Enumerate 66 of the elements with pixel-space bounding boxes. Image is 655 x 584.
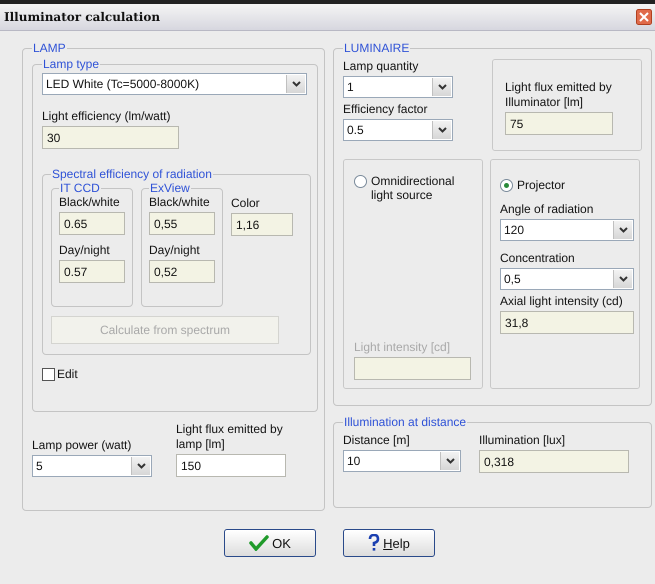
chevron-down-icon — [446, 458, 454, 464]
dropdown-button[interactable] — [613, 221, 632, 239]
window-title: Illuminator calculation — [4, 10, 160, 24]
dropdown-button[interactable] — [432, 78, 451, 96]
field-label: Angle of radiation — [500, 202, 594, 217]
help-button[interactable]: Help — [343, 529, 435, 557]
lamp-type-dropdown[interactable]: LED White (Tc=5000-8000K) — [42, 73, 307, 95]
distance-dropdown[interactable]: 10 — [343, 450, 461, 472]
field-label: Black/white — [149, 195, 211, 210]
ok-button[interactable]: OK — [224, 529, 316, 557]
chevron-down-icon — [136, 463, 146, 469]
group-title: Spectral efficiency of radiation — [51, 167, 213, 181]
dropdown-button[interactable] — [131, 457, 150, 475]
dropdown-button[interactable] — [286, 75, 305, 93]
field-label: Light flux emitted by Illuminator [lm] — [505, 80, 613, 110]
dropdown-button[interactable] — [613, 270, 632, 288]
lamp-flux-field[interactable]: 150 — [176, 454, 286, 477]
angle-dropdown[interactable]: 120 — [500, 219, 634, 241]
chevron-down-icon — [438, 84, 446, 90]
group-title: Lamp type — [42, 57, 100, 71]
close-icon[interactable] — [636, 9, 652, 25]
value-field: 0,52 — [149, 260, 215, 283]
field-label: Concentration — [500, 251, 576, 266]
chevron-down-icon — [618, 227, 628, 233]
field-label: Day/night — [59, 243, 111, 258]
field-label: Black/white — [59, 195, 121, 210]
edit-checkbox[interactable] — [42, 368, 55, 380]
field-label: Light flux emitted by lamp [lm] — [176, 422, 284, 452]
value-field: 0.57 — [59, 260, 125, 283]
value-field: 0,55 — [149, 212, 215, 235]
light-efficiency-field: 30 — [42, 126, 179, 149]
radio-button[interactable] — [500, 179, 513, 192]
chevron-down-icon — [292, 81, 300, 87]
axial-intensity-field: 31,8 — [500, 311, 634, 334]
lamp-quantity-dropdown[interactable]: 1 — [343, 76, 453, 98]
group-title: LUMINAIRE — [343, 41, 410, 55]
field-label: Color — [231, 196, 261, 211]
illuminator-flux-field: 75 — [505, 112, 613, 135]
group-title: LAMP — [32, 41, 67, 55]
group-title: ExView — [149, 181, 191, 195]
field-label: Light intensity [cd] — [354, 340, 452, 355]
chevron-down-icon — [618, 276, 628, 282]
chevron-down-icon — [438, 127, 446, 133]
dropdown-button[interactable] — [432, 121, 451, 139]
concentration-dropdown[interactable]: 0,5 — [500, 268, 634, 290]
field-label: Efficiency factor — [343, 102, 428, 117]
field-label: Light efficiency (lm/watt) — [42, 109, 172, 124]
illumination-field: 0,318 — [479, 450, 629, 473]
efficiency-factor-dropdown[interactable]: 0.5 — [343, 119, 453, 141]
checkmark-icon — [249, 535, 270, 551]
lamp-power-dropdown[interactable]: 5 — [32, 455, 152, 477]
field-label: Axial light intensity (cd) — [500, 294, 624, 309]
group-title: IT CCD — [59, 181, 101, 195]
question-mark-icon — [368, 534, 380, 552]
checkbox-label: Edit — [57, 367, 78, 381]
field-label: Illumination [lux] — [479, 433, 566, 448]
value-field: 0.65 — [59, 212, 125, 235]
dropdown-button[interactable] — [440, 452, 459, 470]
radio-label: Omnidirectional light source — [371, 174, 456, 202]
field-label: Day/night — [149, 243, 201, 258]
field-label: Lamp quantity — [343, 59, 420, 74]
color-field: 1,16 — [231, 213, 293, 236]
group-title: Illumination at distance — [343, 415, 468, 429]
field-label: Distance [m] — [343, 433, 411, 448]
radio-label: Projector — [517, 178, 566, 192]
field-label: Lamp power (watt) — [32, 438, 132, 453]
